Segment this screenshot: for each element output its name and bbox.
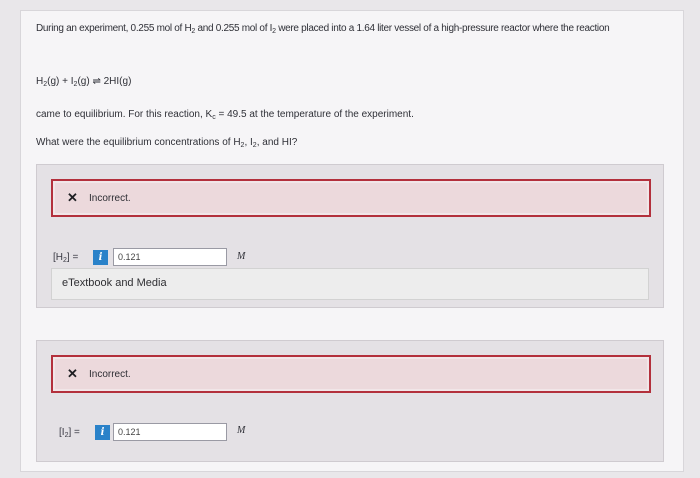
feedback-banner: ✕ Incorrect. [51,355,651,393]
unit-label: M [237,425,246,436]
incorrect-icon: ✕ [67,366,78,381]
reaction-equation: H2(g) + I2(g) ⇌ 2HI(g) [36,76,132,88]
answer-block-h2: ✕ Incorrect. [H2] = i 0.121 M eTextbook … [36,164,664,308]
etextbook-label: eTextbook and Media [62,277,167,289]
feedback-text: Incorrect. [89,369,131,380]
i2-answer-input[interactable]: 0.121 [113,423,227,441]
feedback-text: Incorrect. [89,193,131,204]
info-icon[interactable]: i [95,425,110,440]
answer-block-i2: ✕ Incorrect. [I2] = i 0.121 M [36,340,664,462]
question-prompt: What were the equilibrium concentrations… [36,137,298,149]
question-text: During an experiment, 0.255 mol of H2 an… [36,23,610,35]
info-icon[interactable]: i [93,250,108,265]
h2-label: [H2] = [53,252,79,264]
h2-answer-input[interactable]: 0.121 [113,248,227,266]
incorrect-icon: ✕ [67,190,78,205]
i2-label: [I2] = [59,427,80,439]
feedback-banner: ✕ Incorrect. [51,179,651,217]
etextbook-link[interactable]: eTextbook and Media [51,268,649,300]
unit-label: M [237,251,246,262]
equilibrium-constant-text: came to equilibrium. For this reaction, … [36,109,414,121]
